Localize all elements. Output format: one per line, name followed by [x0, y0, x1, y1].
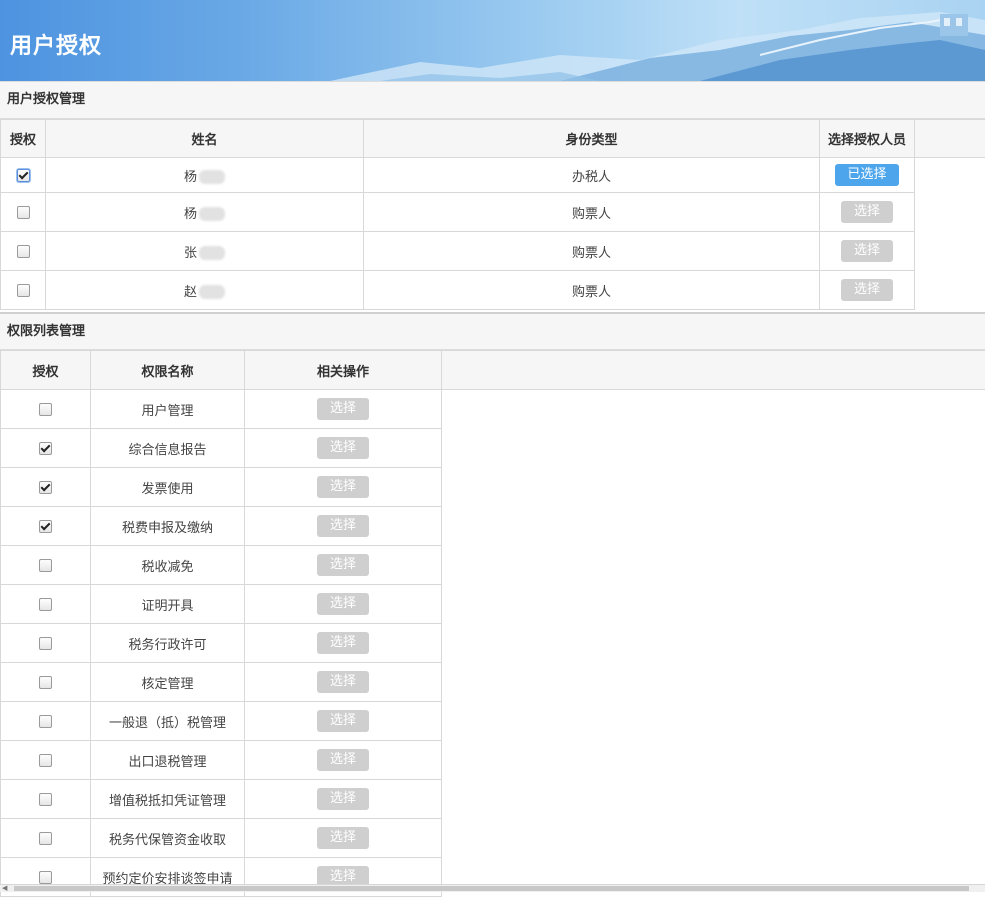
row-filler [442, 429, 985, 468]
select-button[interactable]: 选择 [317, 476, 369, 498]
table-row: 核定管理 选择 [1, 663, 985, 702]
permission-checkbox[interactable] [39, 598, 52, 611]
select-button[interactable]: 选择 [317, 398, 369, 420]
table-row: 发票使用 选择 [1, 468, 985, 507]
row-filler [442, 780, 985, 819]
select-button[interactable]: 选择 [317, 554, 369, 576]
table-row: 证明开具 选择 [1, 585, 985, 624]
select-button[interactable]: 选择 [317, 593, 369, 615]
select-button[interactable]: 选择 [317, 632, 369, 654]
row-filler [442, 663, 985, 702]
select-button[interactable]: 选择 [317, 749, 369, 771]
permission-name: 增值税抵扣凭证管理 [91, 780, 245, 819]
row-filler [442, 585, 985, 624]
permission-checkbox[interactable] [39, 637, 52, 650]
col-header-actions: 相关操作 [245, 351, 442, 390]
select-button[interactable]: 选择 [317, 437, 369, 459]
table-row: 税务代保管资金收取 选择 [1, 819, 985, 858]
user-name: 杨 [46, 193, 364, 232]
identity-type: 购票人 [364, 271, 820, 310]
permission-name: 税费申报及缴纳 [91, 507, 245, 546]
permission-name: 综合信息报告 [91, 429, 245, 468]
row-filler [442, 546, 985, 585]
table-row: 杨 购票人 选择 [1, 193, 985, 232]
col-header-name: 姓名 [46, 120, 364, 158]
auth-checkbox[interactable] [17, 169, 30, 182]
select-button[interactable]: 选择 [841, 240, 893, 262]
permission-table: 授权 权限名称 相关操作 用户管理选择综合信息报告选择发票使用选择税费申报及缴纳… [0, 350, 985, 897]
row-filler [442, 507, 985, 546]
page-title: 用户授权 [10, 28, 102, 60]
selected-button[interactable]: 已选择 [835, 164, 898, 186]
identity-type: 办税人 [364, 158, 820, 193]
permission-checkbox[interactable] [39, 871, 52, 884]
permission-name: 证明开具 [91, 585, 245, 624]
permission-checkbox[interactable] [39, 754, 52, 767]
col-header-permission-name: 权限名称 [91, 351, 245, 390]
permission-name: 一般退（抵）税管理 [91, 702, 245, 741]
row-filler [442, 390, 985, 429]
permission-checkbox[interactable] [39, 481, 52, 494]
permission-name: 税务行政许可 [91, 624, 245, 663]
permission-checkbox[interactable] [39, 403, 52, 416]
row-filler [442, 741, 985, 780]
permission-checkbox[interactable] [39, 832, 52, 845]
auth-checkbox[interactable] [17, 206, 30, 219]
select-button[interactable]: 选择 [317, 710, 369, 732]
header-banner: 用户授权 [0, 0, 985, 81]
permission-name: 出口退税管理 [91, 741, 245, 780]
table-row: 一般退（抵）税管理 选择 [1, 702, 985, 741]
select-button[interactable]: 选择 [317, 515, 369, 537]
permission-checkbox[interactable] [39, 559, 52, 572]
table-row: 出口退税管理 选择 [1, 741, 985, 780]
user-name: 赵 [46, 271, 364, 310]
permission-checkbox[interactable] [39, 793, 52, 806]
user-auth-table: 授权 姓名 身份类型 选择授权人员 杨 办税人 已选择 杨 购票人 选择 张 购… [0, 119, 985, 310]
permission-name: 用户管理 [91, 390, 245, 429]
permission-checkbox[interactable] [39, 442, 52, 455]
table-row: 张 购票人 选择 [1, 232, 985, 271]
user-name: 张 [46, 232, 364, 271]
row-filler [442, 468, 985, 507]
user-name: 杨 [46, 158, 364, 193]
table-row: 税收减免 选择 [1, 546, 985, 585]
table-row: 综合信息报告 选择 [1, 429, 985, 468]
permission-name: 税收减免 [91, 546, 245, 585]
row-filler [442, 702, 985, 741]
col-header-auth: 授权 [1, 120, 46, 158]
auth-checkbox[interactable] [17, 245, 30, 258]
identity-type: 购票人 [364, 193, 820, 232]
row-filler [442, 624, 985, 663]
table-row: 税务行政许可 选择 [1, 624, 985, 663]
auth-checkbox[interactable] [17, 284, 30, 297]
table-row: 赵 购票人 选择 [1, 271, 985, 310]
col-header-select-person: 选择授权人员 [820, 120, 915, 158]
permission-checkbox[interactable] [39, 676, 52, 689]
scrollbar-thumb[interactable] [14, 886, 969, 891]
select-button[interactable]: 选择 [317, 827, 369, 849]
row-filler [442, 819, 985, 858]
header-filler [442, 351, 985, 390]
col-header-auth: 授权 [1, 351, 91, 390]
great-wall-illustration [0, 0, 985, 81]
col-header-identity-type: 身份类型 [364, 120, 820, 158]
section-title-user-auth: 用户授权管理 [0, 81, 985, 119]
select-button[interactable]: 选择 [841, 279, 893, 301]
permission-name: 核定管理 [91, 663, 245, 702]
permission-checkbox[interactable] [39, 715, 52, 728]
identity-type: 购票人 [364, 232, 820, 271]
permission-checkbox[interactable] [39, 520, 52, 533]
table-row: 杨 办税人 已选择 [1, 158, 985, 193]
select-button[interactable]: 选择 [841, 201, 893, 223]
table-row: 税费申报及缴纳 选择 [1, 507, 985, 546]
table-row: 用户管理 选择 [1, 390, 985, 429]
section-title-permission-list: 权限列表管理 [0, 312, 985, 350]
select-button[interactable]: 选择 [317, 788, 369, 810]
table-row: 增值税抵扣凭证管理 选择 [1, 780, 985, 819]
header-filler [915, 120, 985, 158]
permission-name: 发票使用 [91, 468, 245, 507]
permission-name: 税务代保管资金收取 [91, 819, 245, 858]
select-button[interactable]: 选择 [317, 671, 369, 693]
